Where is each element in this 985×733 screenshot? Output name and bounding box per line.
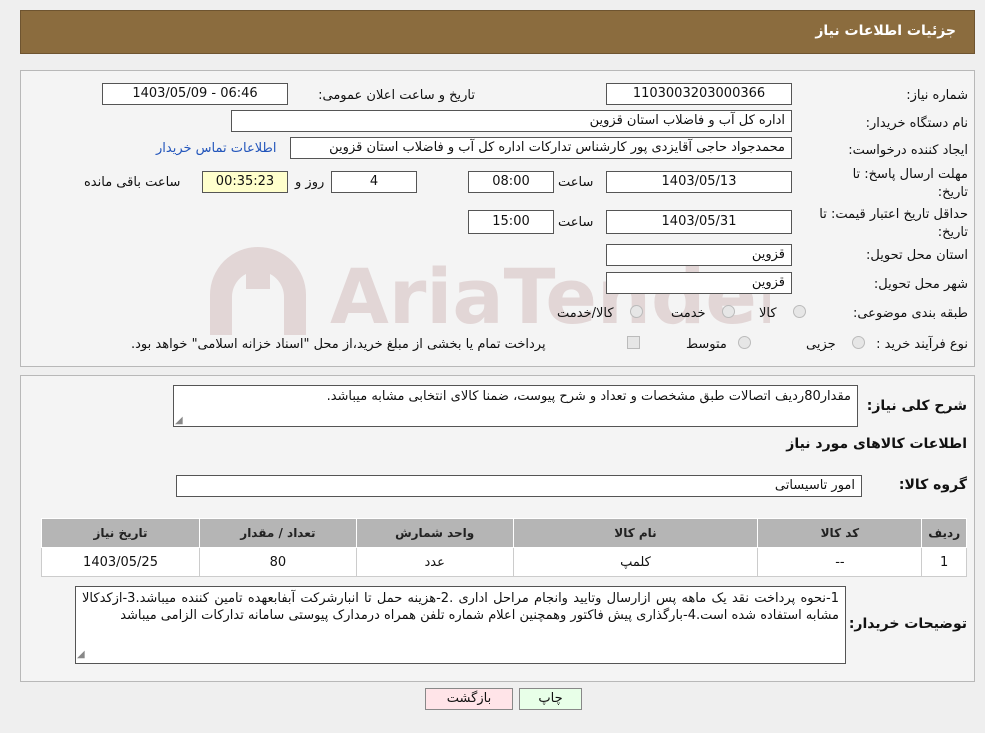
remaining-label: ساعت باقی مانده xyxy=(84,175,181,190)
category-option-goods-service: کالا/خدمت xyxy=(557,306,614,321)
cell-name: کلمپ xyxy=(512,547,759,577)
goods-table: ردیف کد کالا نام کالا واحد شمارش تعداد /… xyxy=(40,518,967,577)
validity-label-line2: تاریخ: xyxy=(937,225,968,240)
goods-table-header: ردیف کد کالا نام کالا واحد شمارش تعداد /… xyxy=(40,518,967,548)
process-radio-minor[interactable] xyxy=(852,336,865,349)
cell-code: -- xyxy=(757,547,923,577)
print-button[interactable]: چاپ xyxy=(519,688,582,710)
deadline-date-field: 1403/05/13 xyxy=(606,171,792,193)
category-radio-goods-service[interactable] xyxy=(630,305,643,318)
process-checkbox[interactable] xyxy=(627,336,640,349)
category-radio-service[interactable] xyxy=(722,305,735,318)
col-unit: واحد شمارش xyxy=(355,518,514,548)
province-label: استان محل تحویل: xyxy=(866,248,968,263)
description-textarea[interactable]: مقدار80ردیف اتصالات طبق مشخصات و تعداد و… xyxy=(173,385,858,427)
deadline-label-line1: مهلت ارسال پاسخ: تا xyxy=(852,167,968,182)
deadline-time-field: 08:00 xyxy=(468,171,554,193)
creator-label: ایجاد کننده درخواست: xyxy=(848,143,968,158)
col-qty: تعداد / مقدار xyxy=(199,518,357,548)
cell-row: 1 xyxy=(921,547,967,577)
deadline-label-line2: تاریخ: xyxy=(937,185,968,200)
buyer-contact-link[interactable]: اطلاعات تماس خریدار xyxy=(156,141,276,156)
buyer-notes-label: توضیحات خریدار: xyxy=(848,616,967,632)
buyer-org-field: اداره کل آب و فاضلاب استان قزوین xyxy=(231,110,792,132)
process-label: نوع فرآیند خرید : xyxy=(876,337,968,352)
announce-label: تاریخ و ساعت اعلان عمومی: xyxy=(318,88,475,103)
description-label: شرح کلی نیاز: xyxy=(866,398,967,414)
deadline-time-label: ساعت xyxy=(558,175,594,190)
remaining-days-field: 4 xyxy=(331,171,417,193)
process-note: پرداخت تمام یا بخشی از مبلغ خرید،از محل … xyxy=(131,337,546,352)
goods-group-field: امور تاسیساتی xyxy=(176,475,862,497)
province-field: قزوین xyxy=(606,244,792,266)
process-option-minor: جزیی xyxy=(806,337,836,352)
category-option-goods: کالا xyxy=(759,306,777,321)
city-field: قزوین xyxy=(606,272,792,294)
resize-handle-icon[interactable]: ◢ xyxy=(77,646,85,663)
need-number-field: 1103003203000366 xyxy=(606,83,792,105)
validity-time-label: ساعت xyxy=(558,215,594,230)
goods-section-title: اطلاعات کالاهای مورد نیاز xyxy=(786,436,967,452)
category-label: طبقه بندی موضوعی: xyxy=(852,306,968,321)
description-text: مقدار80ردیف اتصالات طبق مشخصات و تعداد و… xyxy=(326,389,851,404)
buyer-notes-text: 1-نحوه پرداخت نقد یک ماهه پس ازارسال وتا… xyxy=(82,591,839,623)
city-label: شهر محل تحویل: xyxy=(873,277,968,292)
category-radio-goods[interactable] xyxy=(793,305,806,318)
cell-unit: عدد xyxy=(355,547,514,577)
page-header: جزئیات اطلاعات نیاز xyxy=(20,10,975,54)
day-label: روز و xyxy=(295,175,325,190)
back-button[interactable]: بازگشت xyxy=(425,688,513,710)
col-code: کد کالا xyxy=(757,518,923,548)
need-number-label: شماره نیاز: xyxy=(906,88,968,103)
resize-handle-icon[interactable]: ◢ xyxy=(175,415,183,426)
goods-group-label: گروه کالا: xyxy=(898,477,967,493)
col-row: ردیف xyxy=(921,518,967,548)
col-date: تاریخ نیاز xyxy=(40,518,201,548)
remaining-time-field: 00:35:23 xyxy=(202,171,288,193)
validity-date-field: 1403/05/31 xyxy=(606,210,792,234)
deadline-label: مهلت ارسال پاسخ: تا تاریخ: xyxy=(853,166,968,202)
page-title: جزئیات اطلاعات نیاز xyxy=(815,23,956,39)
category-option-service: خدمت xyxy=(671,306,706,321)
cell-qty: 80 xyxy=(199,547,357,577)
table-row: 1 -- کلمپ عدد 80 1403/05/25 xyxy=(40,547,967,577)
process-option-medium: متوسط xyxy=(686,337,727,352)
cell-date: 1403/05/25 xyxy=(40,547,201,577)
buyer-org-label: نام دستگاه خریدار: xyxy=(865,116,968,131)
validity-label-line1: حداقل تاریخ اعتبار قیمت: تا xyxy=(819,207,968,222)
validity-label: حداقل تاریخ اعتبار قیمت: تا تاریخ: xyxy=(819,206,968,242)
creator-field: محمدجواد حاجی آقایزدی پور کارشناس تدارکا… xyxy=(290,137,792,159)
process-radio-medium[interactable] xyxy=(738,336,751,349)
buyer-notes-textarea[interactable]: 1-نحوه پرداخت نقد یک ماهه پس ازارسال وتا… xyxy=(75,586,846,664)
col-name: نام کالا xyxy=(512,518,759,548)
announce-field: 1403/05/09 - 06:46 xyxy=(102,83,288,105)
validity-time-field: 15:00 xyxy=(468,210,554,234)
